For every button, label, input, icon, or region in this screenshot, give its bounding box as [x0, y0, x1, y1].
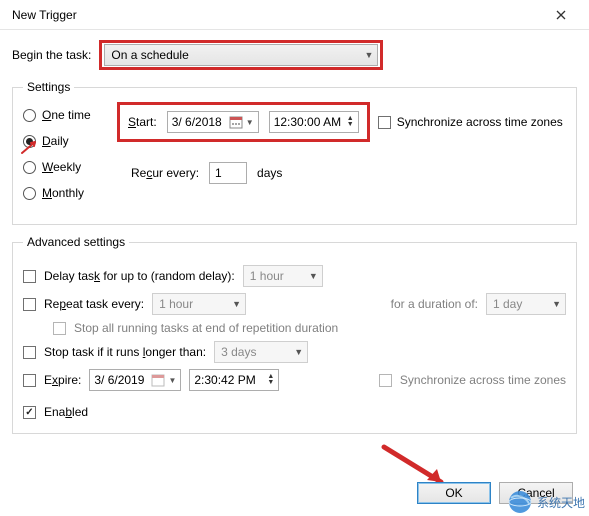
enabled-checkbox[interactable]: [23, 406, 36, 419]
radio-icon: [23, 161, 36, 174]
frequency-radio-group: One time Daily Weekly Monthly: [23, 102, 109, 208]
start-date-value: 3/ 6/2018: [172, 115, 222, 129]
chevron-down-icon: ▼: [358, 50, 373, 60]
spinner-icon: ▲▼: [347, 116, 354, 128]
radio-one-time[interactable]: One time: [23, 108, 105, 122]
expire-time-value: 2:30:42 PM: [194, 373, 255, 387]
ok-button[interactable]: OK: [417, 482, 491, 504]
chevron-down-icon: ▼: [546, 299, 561, 309]
radio-icon: [23, 187, 36, 200]
cancel-label: Cancel: [517, 486, 554, 500]
close-button[interactable]: [541, 1, 581, 29]
delay-checkbox[interactable]: [23, 270, 36, 283]
repeat-interval-dropdown[interactable]: 1 hour ▼: [152, 293, 246, 315]
recur-value: 1: [215, 166, 222, 180]
radio-icon: [23, 109, 36, 122]
repeat-duration-value: 1 day: [493, 297, 522, 311]
expire-sync-checkbox: [379, 374, 392, 387]
advanced-group: Advanced settings Delay task for up to (…: [12, 235, 577, 434]
ok-label: OK: [445, 486, 462, 500]
chevron-down-icon: ▼: [165, 376, 176, 385]
start-time-value: 12:30:00 AM: [274, 115, 341, 129]
begin-task-row: Begin the task: On a schedule ▼: [12, 40, 577, 70]
begin-task-highlight: On a schedule ▼: [99, 40, 383, 70]
stop-long-value: 3 days: [221, 345, 256, 359]
stop-long-dropdown[interactable]: 3 days ▼: [214, 341, 308, 363]
cancel-button[interactable]: Cancel: [499, 482, 573, 504]
delay-value: 1 hour: [250, 269, 284, 283]
begin-task-label: Begin the task:: [12, 45, 91, 65]
chevron-down-icon: ▼: [243, 118, 254, 127]
repeat-interval-value: 1 hour: [159, 297, 193, 311]
start-date-input[interactable]: 3/ 6/2018 ▼: [167, 111, 259, 133]
stop-at-end-label: Stop all running tasks at end of repetit…: [74, 321, 338, 335]
calendar-icon: [151, 373, 165, 387]
sync-timezones-label: Synchronize across time zones: [397, 115, 563, 129]
calendar-icon: [229, 115, 243, 129]
dialog-buttons: OK Cancel: [417, 482, 573, 504]
spinner-icon: ▲▼: [267, 374, 274, 386]
red-pointer-icon: [21, 139, 39, 155]
chevron-down-icon: ▼: [226, 299, 241, 309]
begin-task-dropdown[interactable]: On a schedule ▼: [104, 44, 378, 66]
expire-date-input[interactable]: 3/ 6/2019 ▼: [89, 369, 181, 391]
expire-time-input[interactable]: 2:30:42 PM ▲▼: [189, 369, 279, 391]
sync-timezones-checkbox[interactable]: [378, 116, 391, 129]
title-bar: New Trigger: [0, 0, 589, 30]
window-title: New Trigger: [12, 8, 541, 22]
radio-weekly[interactable]: Weekly: [23, 160, 105, 174]
chevron-down-icon: ▼: [288, 347, 303, 357]
recur-row: Recur every: 1 days: [131, 162, 566, 184]
delay-dropdown[interactable]: 1 hour ▼: [243, 265, 323, 287]
close-icon: [556, 10, 566, 20]
repeat-duration-label: for a duration of:: [391, 297, 478, 311]
repeat-checkbox[interactable]: [23, 298, 36, 311]
settings-legend: Settings: [23, 80, 74, 94]
begin-task-value: On a schedule: [111, 48, 188, 62]
advanced-legend: Advanced settings: [23, 235, 129, 249]
recur-unit: days: [257, 166, 282, 180]
settings-group: Settings One time Daily Weekly M: [12, 80, 577, 225]
start-highlight: Start: 3/ 6/2018 ▼ 12:30:00 AM ▲▼: [117, 102, 370, 142]
radio-monthly[interactable]: Monthly: [23, 186, 105, 200]
expire-checkbox[interactable]: [23, 374, 36, 387]
expire-date-value: 3/ 6/2019: [94, 373, 144, 387]
stop-long-checkbox[interactable]: [23, 346, 36, 359]
start-time-input[interactable]: 12:30:00 AM ▲▼: [269, 111, 359, 133]
recur-value-input[interactable]: 1: [209, 162, 247, 184]
chevron-down-icon: ▼: [303, 271, 318, 281]
expire-sync-label: Synchronize across time zones: [400, 373, 566, 387]
repeat-duration-dropdown[interactable]: 1 day ▼: [486, 293, 566, 315]
stop-at-end-checkbox: [53, 322, 66, 335]
